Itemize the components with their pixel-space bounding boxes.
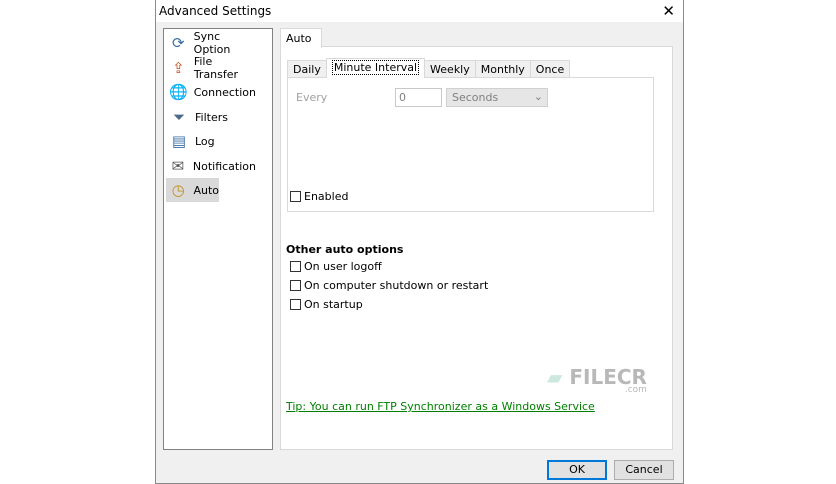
log-icon: ▤ — [171, 132, 187, 150]
tab-monthly[interactable]: Monthly — [474, 60, 531, 78]
clock-icon: ◷ — [171, 181, 185, 199]
every-label: Every — [296, 91, 328, 104]
sidebar-item-file-transfer[interactable]: ⇪ File Transfer — [166, 55, 256, 81]
close-icon[interactable]: ✕ — [662, 2, 675, 20]
funnel-icon: ⏷ — [172, 108, 185, 126]
sidebar-item-connection[interactable]: 🌐 Connection — [166, 80, 256, 104]
windows-service-tip-link[interactable]: Tip: You can run FTP Synchronizer as a W… — [286, 400, 595, 413]
envelope-icon: ✉ — [171, 157, 185, 175]
file-transfer-icon: ⇪ — [172, 59, 185, 77]
cancel-button[interactable]: Cancel — [614, 460, 674, 480]
window-title: Advanced Settings — [159, 4, 272, 18]
globe-icon: 🌐 — [169, 83, 188, 101]
interval-unit-select[interactable]: Seconds ⌄ — [446, 88, 548, 107]
sidebar-item-sync-option[interactable]: ⟳ Sync Option — [166, 30, 256, 56]
advanced-settings-dialog: Advanced Settings ✕ ⟳ Sync Option ⇪ File T… — [155, 0, 684, 484]
tab-once[interactable]: Once — [529, 60, 571, 78]
tab-weekly[interactable]: Weekly — [424, 60, 476, 78]
tab-minute-interval[interactable]: Minute Interval — [325, 58, 426, 78]
sidebar-item-filters[interactable]: ⏷ Filters — [166, 105, 256, 129]
sync-icon: ⟳ — [172, 34, 185, 52]
settings-category-list: ⟳ Sync Option ⇪ File Transfer 🌐 Connection … — [163, 28, 273, 450]
enabled-checkbox[interactable]: Enabled — [290, 190, 348, 203]
interval-value-input[interactable]: 0 — [395, 88, 442, 107]
other-options-heading: Other auto options — [286, 243, 404, 256]
on-user-logoff-checkbox[interactable]: On user logoff — [290, 260, 382, 273]
minute-interval-panel: Every 0 Seconds ⌄ Enabled — [287, 77, 654, 212]
on-startup-checkbox[interactable]: On startup — [290, 298, 363, 311]
sidebar-item-notification[interactable]: ✉ Notification — [166, 154, 256, 178]
tab-daily[interactable]: Daily — [287, 60, 327, 78]
title-bar: Advanced Settings ✕ — [156, 0, 683, 22]
on-shutdown-checkbox[interactable]: On computer shutdown or restart — [290, 279, 488, 292]
chevron-down-icon: ⌄ — [533, 90, 543, 103]
sidebar-item-log[interactable]: ▤ Log — [166, 129, 256, 153]
watermark-logo: ▰ FILECR .com — [547, 365, 647, 395]
tab-auto[interactable]: Auto — [280, 28, 322, 48]
sidebar-item-auto[interactable]: ◷ Auto — [166, 178, 219, 202]
schedule-tabs: Daily Minute Interval Weekly Monthly Onc… — [287, 58, 571, 78]
ok-button[interactable]: OK — [547, 460, 607, 480]
